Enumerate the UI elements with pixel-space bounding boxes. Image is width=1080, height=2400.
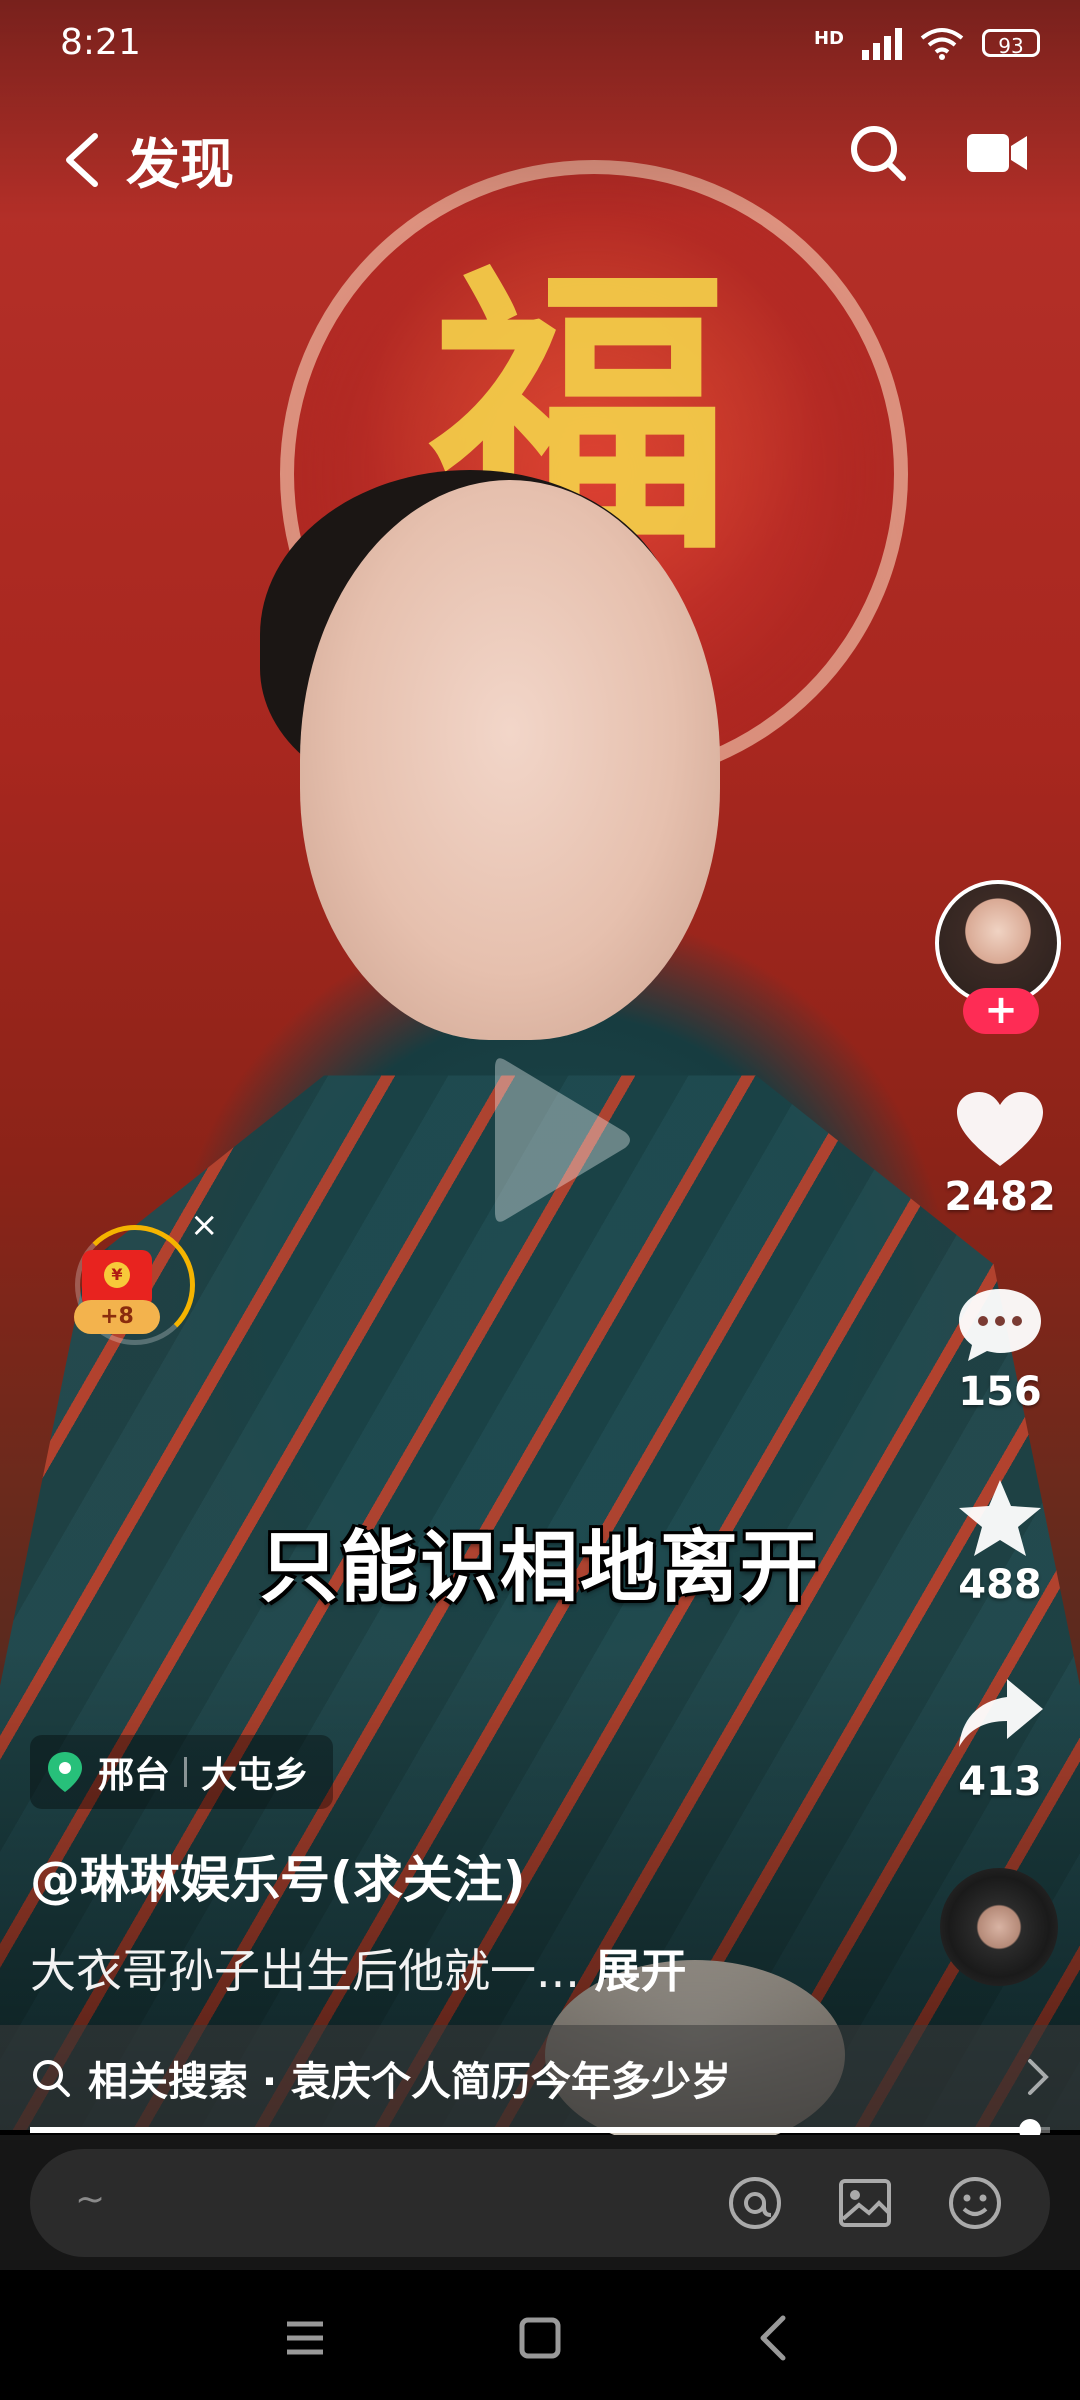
like-count: 2482: [944, 1174, 1056, 1220]
home-icon[interactable]: [510, 2308, 570, 2368]
camera-icon[interactable]: [965, 130, 1029, 176]
menu-icon[interactable]: [275, 2308, 335, 2368]
image-icon[interactable]: [835, 2173, 895, 2233]
author-avatar-wrap[interactable]: +: [935, 880, 1065, 1034]
related-search-label: 相关搜索: [88, 2058, 248, 2105]
top-nav: 发现: [0, 110, 1080, 210]
comment-input[interactable]: ~: [30, 2149, 1050, 2257]
chevron-right-icon: [1028, 2059, 1049, 2095]
search-icon: [33, 2059, 70, 2097]
comment-icon: [959, 1289, 1041, 1361]
wifi-icon: [920, 28, 964, 60]
play-icon[interactable]: [485, 1050, 635, 1230]
comment-bar: ~: [0, 2135, 1080, 2270]
related-search-bar[interactable]: 相关搜索 · 袁庆个人简历今年多少岁: [0, 2025, 1080, 2130]
battery-icon: 93: [982, 29, 1040, 58]
coin-icon: ¥: [104, 1262, 130, 1288]
back-nav-icon[interactable]: [745, 2308, 805, 2368]
related-search-text: 相关搜索 · 袁庆个人简历今年多少岁: [88, 2049, 731, 2107]
status-bar: 8:21 HD 93: [0, 0, 1080, 100]
music-disc[interactable]: [940, 1868, 1058, 1986]
location-chip[interactable]: 邢台 大屯乡: [30, 1735, 334, 1809]
expand-button[interactable]: 展开: [595, 1944, 687, 1998]
author-name[interactable]: @琳琳娱乐号(求关注): [30, 1840, 526, 1912]
search-icon[interactable]: [845, 120, 911, 186]
signal-icon: [862, 26, 902, 60]
related-search-separator: ·: [248, 2058, 292, 2105]
status-time: 8:21: [60, 22, 141, 63]
emoji-icon[interactable]: [945, 2173, 1005, 2233]
page-title: 发现: [126, 133, 234, 196]
comment-button[interactable]: 156: [930, 1285, 1070, 1415]
red-packet-close-button[interactable]: ×: [190, 1205, 219, 1245]
share-count: 413: [958, 1759, 1042, 1805]
at-icon[interactable]: [725, 2173, 785, 2233]
status-icons: HD 93: [814, 26, 1040, 60]
video-description[interactable]: 大衣哥孙子出生后他就一... 展开: [30, 1935, 687, 2001]
video-subtitle: 只能识相地离开: [259, 1523, 820, 1613]
related-search-query: 袁庆个人简历今年多少岁: [291, 2058, 732, 2105]
back-icon[interactable]: [55, 128, 115, 192]
progress-fill: [30, 2127, 1030, 2133]
location-area: 大屯乡: [201, 1755, 310, 1796]
location-divider: [184, 1757, 188, 1787]
red-packet-widget[interactable]: ¥ +8 ×: [70, 1205, 219, 1365]
description-text: 大衣哥孙子出生后他就一...: [30, 1944, 595, 1998]
comment-placeholder: ~: [75, 2179, 106, 2220]
comment-count: 156: [958, 1369, 1042, 1415]
share-button[interactable]: 413: [930, 1675, 1070, 1805]
like-button[interactable]: 2482: [930, 1090, 1070, 1220]
hd-label: HD: [813, 28, 844, 49]
red-packet-label: +8: [74, 1300, 160, 1334]
follow-button[interactable]: +: [963, 988, 1039, 1034]
right-action-column: + 2482 156 488 413: [930, 880, 1070, 1805]
video-person-face: [300, 480, 720, 1040]
video-progress-bar[interactable]: [30, 2119, 1050, 2141]
location-pin-icon: [48, 1752, 82, 1792]
system-navigation-bar: [0, 2270, 1080, 2400]
heart-icon: [957, 1092, 1043, 1166]
location-city: 邢台: [98, 1755, 171, 1796]
share-icon: [959, 1679, 1043, 1747]
